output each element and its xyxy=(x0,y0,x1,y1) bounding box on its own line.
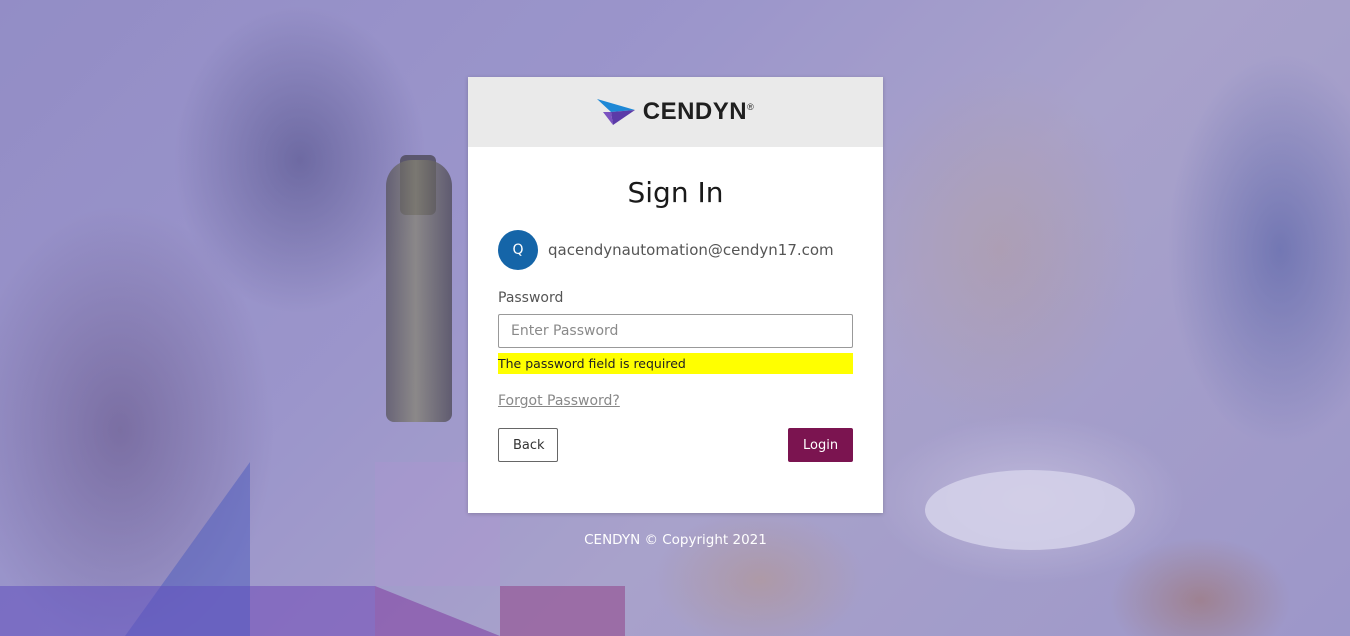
action-buttons: Back Login xyxy=(498,428,853,462)
avatar: Q xyxy=(498,230,538,270)
registered-mark: ® xyxy=(747,102,755,112)
back-button[interactable]: Back xyxy=(498,428,558,462)
password-label: Password xyxy=(498,290,564,306)
page-title: Sign In xyxy=(627,176,724,209)
brand-name: CENDYN® xyxy=(642,98,755,125)
card-body: Sign In Q qacendynautomation@cendyn17.co… xyxy=(468,176,883,462)
user-email: qacendynautomation@cendyn17.com xyxy=(548,241,834,259)
forgot-password-link[interactable]: Forgot Password? xyxy=(498,393,620,409)
user-identity: Q qacendynautomation@cendyn17.com xyxy=(498,230,853,270)
password-error-message: The password field is required xyxy=(498,353,853,374)
brand-logo: CENDYN® xyxy=(596,97,755,127)
login-button[interactable]: Login xyxy=(788,428,853,462)
sign-in-card: CENDYN® Sign In Q qacendynautomation@cen… xyxy=(468,77,883,513)
cendyn-logo-icon xyxy=(596,99,635,125)
password-field[interactable] xyxy=(498,314,853,348)
card-header: CENDYN® xyxy=(468,77,883,147)
copyright-footer: CENDYN © Copyright 2021 xyxy=(584,532,767,548)
